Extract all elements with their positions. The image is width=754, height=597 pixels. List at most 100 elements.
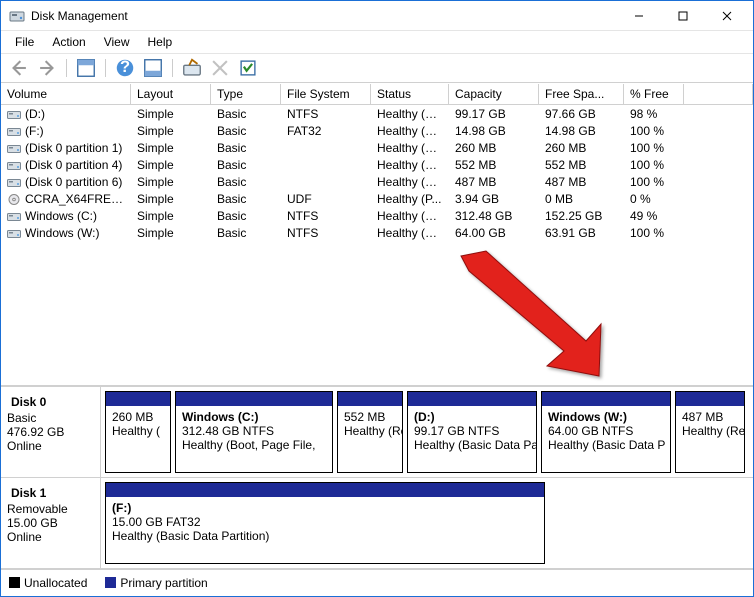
cell-layout: Simple <box>131 107 211 121</box>
menu-help[interactable]: Help <box>140 33 181 51</box>
volume-row[interactable]: (Disk 0 partition 6)SimpleBasicHealthy (… <box>1 173 753 190</box>
toolbar-sep <box>172 59 173 77</box>
menubar: File Action View Help <box>1 31 753 54</box>
partition-title: Windows (W:) <box>548 410 627 424</box>
cell-fs: UDF <box>281 192 371 206</box>
disk-size: 476.92 GB <box>7 425 94 439</box>
col-fs[interactable]: File System <box>281 84 371 104</box>
disk-label[interactable]: Disk 0Basic476.92 GBOnline <box>1 387 101 477</box>
partition-title: (F:) <box>112 501 131 515</box>
disk-graphical-view: Disk 0Basic476.92 GBOnline260 MBHealthy … <box>1 385 753 569</box>
partition-header <box>408 392 536 406</box>
volume-row[interactable]: CCRA_X64FRE_EN...SimpleBasicUDFHealthy (… <box>1 190 753 207</box>
volume-name: (Disk 0 partition 1) <box>25 141 122 155</box>
volume-row[interactable]: (D:)SimpleBasicNTFSHealthy (B...99.17 GB… <box>1 105 753 122</box>
volume-row[interactable]: (Disk 0 partition 1)SimpleBasicHealthy (… <box>1 139 753 156</box>
disk-name: Disk 0 <box>11 395 46 409</box>
disc-icon <box>7 194 21 205</box>
disk-row: Disk 0Basic476.92 GBOnline260 MBHealthy … <box>1 387 753 478</box>
forward-button[interactable] <box>35 57 59 79</box>
disk-label[interactable]: Disk 1Removable15.00 GBOnline <box>1 478 101 568</box>
cell-type: Basic <box>211 226 281 240</box>
cell-fs: FAT32 <box>281 124 371 138</box>
cell-free: 97.66 GB <box>539 107 624 121</box>
svg-text:?: ? <box>120 58 130 76</box>
partition-size: 64.00 GB NTFS <box>548 424 633 438</box>
volume-row[interactable]: (F:)SimpleBasicFAT32Healthy (B...14.98 G… <box>1 122 753 139</box>
cell-status: Healthy (E... <box>371 141 449 155</box>
view-top-button[interactable] <box>74 57 98 79</box>
rescan-button[interactable] <box>180 57 204 79</box>
menu-action[interactable]: Action <box>44 33 93 51</box>
partition[interactable]: 260 MBHealthy ( <box>105 391 171 473</box>
cell-layout: Simple <box>131 158 211 172</box>
partition-size: 552 MB <box>344 410 385 424</box>
col-type[interactable]: Type <box>211 84 281 104</box>
partition[interactable]: 487 MBHealthy (Re <box>675 391 745 473</box>
partition-status: Healthy (Basic Data P <box>548 438 665 452</box>
cell-type: Basic <box>211 107 281 121</box>
cell-pct: 0 % <box>624 192 684 206</box>
cell-capacity: 552 MB <box>449 158 539 172</box>
cell-layout: Simple <box>131 209 211 223</box>
toolbar: ? <box>1 54 753 83</box>
cell-pct: 100 % <box>624 141 684 155</box>
back-button[interactable] <box>7 57 31 79</box>
disk-size: 15.00 GB <box>7 516 94 530</box>
col-layout[interactable]: Layout <box>131 84 211 104</box>
disk-partitions: (F:)15.00 GB FAT32Healthy (Basic Data Pa… <box>101 478 753 568</box>
close-button[interactable] <box>705 2 749 30</box>
col-capacity[interactable]: Capacity <box>449 84 539 104</box>
volume-row[interactable]: Windows (W:)SimpleBasicNTFSHealthy (B...… <box>1 224 753 241</box>
volume-row[interactable]: (Disk 0 partition 4)SimpleBasicHealthy (… <box>1 156 753 173</box>
drive-icon <box>7 126 21 137</box>
cell-fs: NTFS <box>281 226 371 240</box>
drive-icon <box>7 228 21 239</box>
partition[interactable]: Windows (C:)312.48 GB NTFSHealthy (Boot,… <box>175 391 333 473</box>
disk-state: Online <box>7 530 94 544</box>
cell-type: Basic <box>211 124 281 138</box>
cell-layout: Simple <box>131 226 211 240</box>
cell-type: Basic <box>211 192 281 206</box>
cell-free: 260 MB <box>539 141 624 155</box>
refresh-toolbar-button[interactable] <box>236 57 260 79</box>
view-bottom-button[interactable] <box>141 57 165 79</box>
cell-pct: 49 % <box>624 209 684 223</box>
partition-status: Healthy (Basic Data Partition) <box>112 529 269 543</box>
col-status[interactable]: Status <box>371 84 449 104</box>
cell-free: 63.91 GB <box>539 226 624 240</box>
swatch-primary-icon <box>105 577 116 588</box>
maximize-button[interactable] <box>661 2 705 30</box>
volume-name: CCRA_X64FRE_EN... <box>25 192 131 206</box>
partition-size: 487 MB <box>682 410 723 424</box>
partition-body: 552 MBHealthy (Re <box>338 406 402 472</box>
menu-file[interactable]: File <box>7 33 42 51</box>
partition-size: 260 MB <box>112 410 153 424</box>
partition[interactable]: (F:)15.00 GB FAT32Healthy (Basic Data Pa… <box>105 482 545 564</box>
partition-body: (F:)15.00 GB FAT32Healthy (Basic Data Pa… <box>106 497 544 563</box>
volume-list-body[interactable]: (D:)SimpleBasicNTFSHealthy (B...99.17 GB… <box>1 105 753 385</box>
disk-state: Online <box>7 439 94 453</box>
col-pctfree[interactable]: % Free <box>624 84 684 104</box>
col-volume[interactable]: Volume <box>1 84 131 104</box>
volume-name: (Disk 0 partition 4) <box>25 158 122 172</box>
minimize-button[interactable] <box>617 2 661 30</box>
toolbar-sep <box>66 59 67 77</box>
cell-fs: NTFS <box>281 209 371 223</box>
volume-row[interactable]: Windows (C:)SimpleBasicNTFSHealthy (B...… <box>1 207 753 224</box>
menu-view[interactable]: View <box>96 33 138 51</box>
cell-capacity: 3.94 GB <box>449 192 539 206</box>
col-free[interactable]: Free Spa... <box>539 84 624 104</box>
cell-type: Basic <box>211 209 281 223</box>
cell-capacity: 487 MB <box>449 175 539 189</box>
cell-pct: 100 % <box>624 226 684 240</box>
cancel-button-toolbar[interactable] <box>208 57 232 79</box>
help-button[interactable]: ? <box>113 57 137 79</box>
partition[interactable]: (D:)99.17 GB NTFSHealthy (Basic Data Pa <box>407 391 537 473</box>
volume-name: Windows (W:) <box>25 226 99 240</box>
partition-body: Windows (W:)64.00 GB NTFSHealthy (Basic … <box>542 406 670 472</box>
partition[interactable]: Windows (W:)64.00 GB NTFSHealthy (Basic … <box>541 391 671 473</box>
partition[interactable]: 552 MBHealthy (Re <box>337 391 403 473</box>
partition-header <box>176 392 332 406</box>
cell-status: Healthy (B... <box>371 107 449 121</box>
